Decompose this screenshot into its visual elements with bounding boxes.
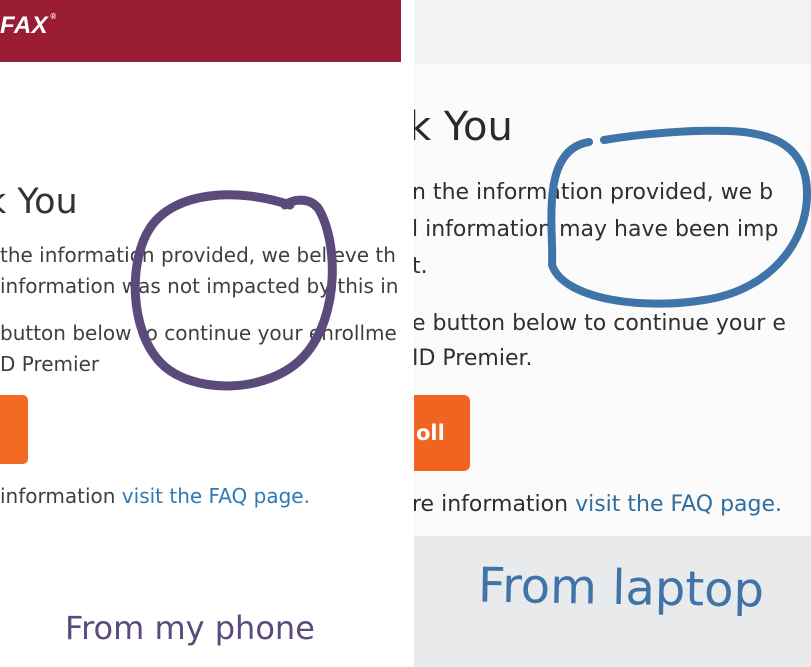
- page-title: k You: [414, 104, 513, 150]
- instruction-line-2: ID Premier.: [414, 346, 533, 371]
- result-message-line-2: information was not impacted by this in: [0, 274, 399, 298]
- faq-prefix: information: [0, 484, 122, 508]
- phone-caption: From my phone: [65, 609, 315, 647]
- faq-link[interactable]: visit the FAQ page.: [122, 484, 310, 508]
- page-title: k You: [0, 182, 78, 222]
- result-message-line-3: t.: [414, 254, 428, 279]
- result-message-line-2: l information may have been imp: [414, 217, 779, 242]
- enroll-button[interactable]: oll: [414, 395, 470, 471]
- trademark-mark: ®: [50, 12, 57, 21]
- phone-screenshot: FAX® k You the information provided, we …: [0, 0, 401, 667]
- site-header: FAX ®: [0, 0, 401, 62]
- brand-logo[interactable]: FAX ®: [0, 12, 57, 40]
- faq-link[interactable]: visit the FAQ page.: [575, 492, 782, 517]
- instruction-line-1: e button below to continue your e: [414, 311, 786, 336]
- instruction-line-2: D Premier: [0, 352, 100, 376]
- faq-prefix: re information: [414, 492, 576, 517]
- result-message-line-1: the information provided, we believe th: [0, 243, 396, 267]
- panel-divider: [401, 0, 414, 667]
- result-message-line-1: n the information provided, we b: [414, 180, 774, 205]
- browser-top-area: [414, 0, 811, 64]
- faq-line: information visit the FAQ page.: [0, 484, 310, 508]
- faq-line: re information visit the FAQ page.: [414, 492, 782, 517]
- enroll-button-label: oll: [416, 421, 445, 445]
- laptop-caption: From laptop: [477, 557, 765, 619]
- instruction-line-1: button below to continue your enrollme: [0, 321, 397, 345]
- enroll-button[interactable]: [0, 395, 28, 464]
- laptop-photo: k You n the information provided, we b l…: [414, 0, 811, 667]
